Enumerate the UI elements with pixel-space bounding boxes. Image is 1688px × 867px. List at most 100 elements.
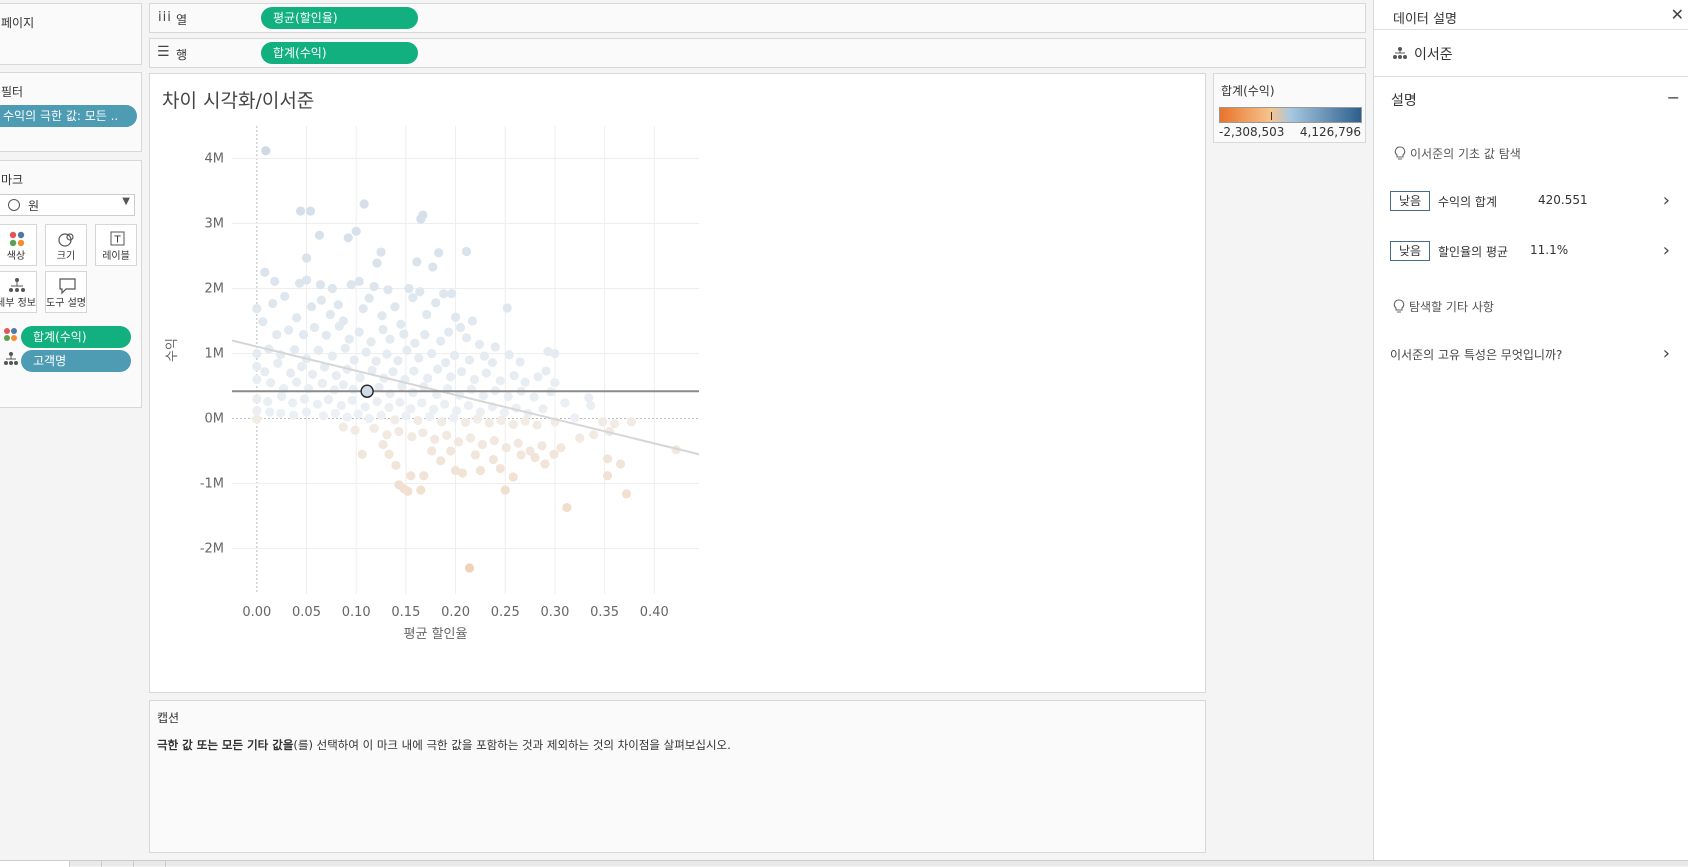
data-point xyxy=(550,378,560,388)
header-divider xyxy=(1374,29,1688,30)
data-point xyxy=(378,439,388,450)
sheet-tab[interactable] xyxy=(70,861,102,867)
data-point xyxy=(441,358,451,368)
tooltip-button[interactable]: 도구 설명 xyxy=(45,271,87,313)
data-point xyxy=(315,280,326,290)
detail-button[interactable]: 세부 정보 xyxy=(0,271,37,313)
data-point xyxy=(338,380,348,390)
data-point xyxy=(336,400,346,411)
detail-pill[interactable]: 고객명 xyxy=(21,350,131,372)
data-point xyxy=(395,397,405,407)
insight-row-profit[interactable]: 낮음 수익의 합계 420.551 › xyxy=(1390,191,1676,213)
filters-title: 필터 xyxy=(1,85,24,99)
data-point xyxy=(495,376,505,386)
data-point xyxy=(260,267,270,277)
size-button[interactable]: 크기 xyxy=(45,224,87,266)
data-point xyxy=(430,434,440,444)
data-point xyxy=(252,406,262,416)
question-row[interactable]: 이서준의 고유 특성은 무엇입니까? › xyxy=(1390,344,1676,366)
insight-value: 11.1% xyxy=(1530,243,1569,257)
caption-pane: 캡션 극한 값 또는 모든 기타 값을(를) 선택하여 이 마크 내에 극한 값… xyxy=(149,700,1206,853)
data-point xyxy=(371,356,381,366)
data-point xyxy=(276,408,286,418)
x-tick-label: 0.20 xyxy=(441,605,470,620)
text-icon: T xyxy=(96,229,136,249)
data-point xyxy=(299,394,310,404)
data-point xyxy=(369,281,379,292)
data-point xyxy=(439,289,449,299)
data-point xyxy=(372,258,382,268)
data-point xyxy=(298,330,309,340)
sheet-tab[interactable] xyxy=(134,861,166,867)
data-point xyxy=(376,410,386,420)
legend-zero-tick xyxy=(1270,112,1272,120)
columns-pill[interactable]: 평균(할인율) xyxy=(261,7,418,29)
data-point xyxy=(317,378,328,388)
x-tick-label: 0.30 xyxy=(540,605,569,620)
color-button-label: 색상 xyxy=(6,251,26,262)
sheet-tab[interactable] xyxy=(102,861,134,867)
data-point xyxy=(359,199,369,209)
sheet-tab[interactable] xyxy=(0,861,70,867)
data-point xyxy=(615,459,626,469)
mark-type-label: 원 xyxy=(28,199,40,213)
rows-pill[interactable]: 합계(수익) xyxy=(261,42,418,64)
data-point xyxy=(436,336,446,346)
size-icon xyxy=(46,229,86,249)
caption-title: 캡션 xyxy=(157,711,180,725)
data-point xyxy=(252,414,262,424)
marks-card: 마크 원 ▼ 색상 크기 T 레이블 세부 정보 도구 설명 합계(수익) 고객… xyxy=(0,160,142,408)
data-point xyxy=(344,334,354,344)
data-point xyxy=(417,398,427,408)
data-point xyxy=(369,423,379,433)
data-point xyxy=(589,430,599,440)
data-point xyxy=(301,275,312,285)
data-point xyxy=(562,502,572,513)
data-point xyxy=(520,416,530,426)
data-point xyxy=(550,348,560,359)
data-point xyxy=(575,433,585,443)
data-point xyxy=(408,387,418,398)
data-point xyxy=(516,450,526,460)
data-point xyxy=(487,358,497,368)
color-pill[interactable]: 합계(수익) xyxy=(21,326,131,348)
data-point xyxy=(330,408,340,418)
data-point xyxy=(456,367,467,377)
data-point xyxy=(560,398,570,408)
close-icon[interactable]: ✕ xyxy=(1671,5,1684,24)
filter-pill[interactable]: 수익의 극한 값: 모든 .. xyxy=(0,105,137,127)
y-tick-label: 4M xyxy=(205,152,225,167)
data-point xyxy=(404,283,414,294)
data-point xyxy=(333,300,343,310)
y-tick-label: -1M xyxy=(200,477,224,492)
data-point xyxy=(602,471,613,481)
data-point xyxy=(260,367,270,377)
data-point xyxy=(261,146,271,156)
insight-row-discount[interactable]: 낮음 할인율의 평균 11.1% › xyxy=(1390,241,1676,263)
viz-title: 차이 시각화/이서준 xyxy=(162,90,315,112)
data-point xyxy=(314,230,325,240)
data-point xyxy=(537,441,547,451)
label-button[interactable]: T 레이블 xyxy=(95,224,137,266)
data-point xyxy=(538,404,548,414)
explore-label[interactable]: 이서준의 기초 값 탐색 xyxy=(1410,145,1521,162)
other-label[interactable]: 탐색할 기타 사항 xyxy=(1409,298,1494,315)
data-point xyxy=(291,377,302,387)
scatter-chart[interactable]: 0.00 0.05 0.10 0.15 0.20 0.25 0.30 0.35 0.40 4M 3M… xyxy=(150,124,750,664)
filters-card: 필터 수익의 극한 값: 모든 .. xyxy=(0,72,142,152)
data-point xyxy=(396,319,406,329)
data-point xyxy=(445,446,456,456)
data-point xyxy=(327,351,337,361)
data-point xyxy=(475,465,486,476)
data-point xyxy=(361,347,371,357)
data-point xyxy=(394,426,404,437)
data-point xyxy=(321,330,331,340)
collapse-icon[interactable]: − xyxy=(1667,88,1680,107)
data-point xyxy=(348,384,358,394)
color-button[interactable]: 색상 xyxy=(0,224,37,266)
data-point xyxy=(450,465,461,476)
data-point xyxy=(479,351,489,361)
mark-type-dropdown[interactable]: 원 ▼ xyxy=(0,194,135,216)
caption-text: 극한 값 또는 모든 기타 값을(를) 선택하여 이 마크 내에 극한 값을 포… xyxy=(157,737,731,753)
data-point xyxy=(318,411,329,421)
